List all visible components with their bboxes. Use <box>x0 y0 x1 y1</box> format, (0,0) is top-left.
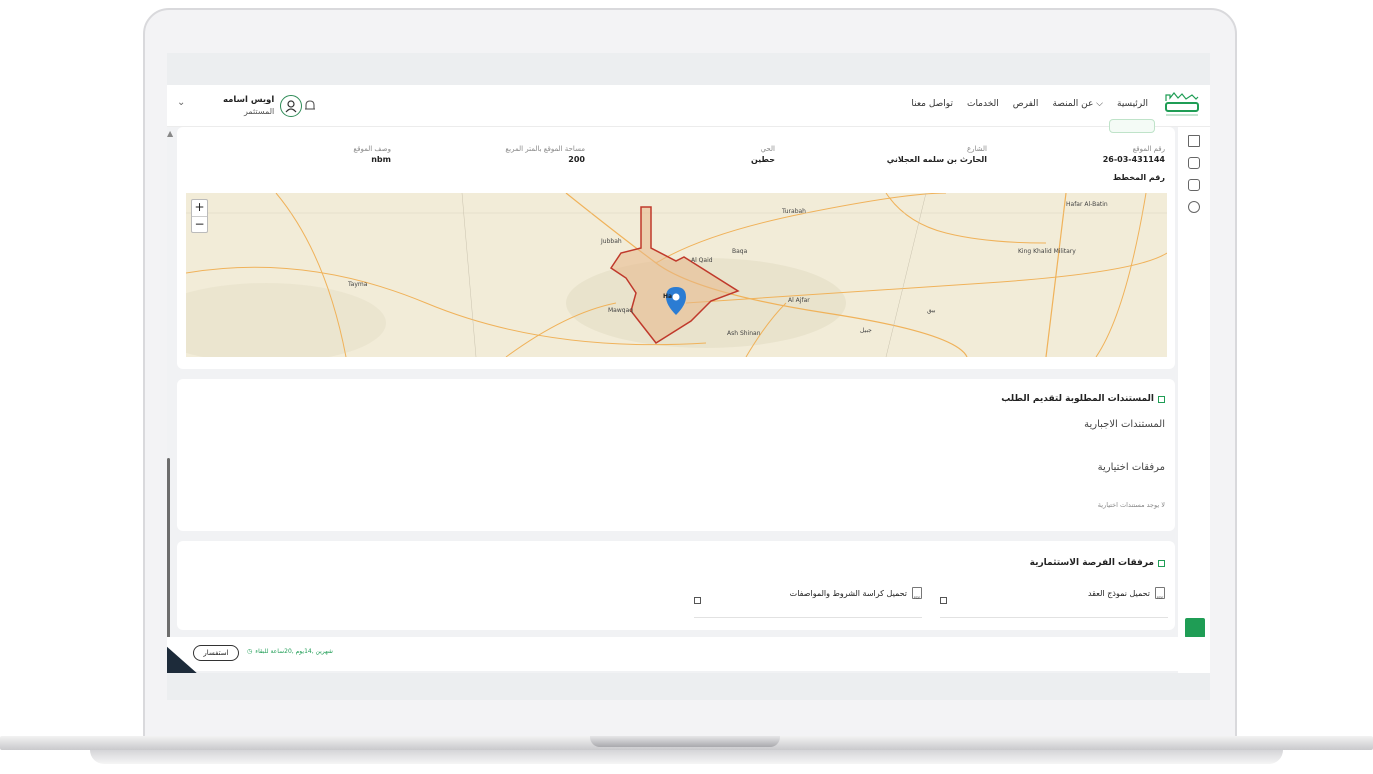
user-icon <box>285 100 297 113</box>
zoom-in-button[interactable]: + <box>192 200 207 216</box>
side-rail <box>1178 127 1210 700</box>
section-icon <box>1158 395 1165 403</box>
browser-strip <box>167 53 1210 85</box>
attachments-section-title: مرفقات الفرصة الاستثمارية <box>1030 558 1165 568</box>
user-menu[interactable]: اويس اسامه المستثمر <box>223 95 303 117</box>
top-navbar: الرئيسية عن المنصة ⌵ الفرص الخدمات تواصل… <box>167 85 1210 127</box>
bell-icon[interactable] <box>303 99 317 113</box>
zoom-out-button[interactable]: − <box>192 216 207 232</box>
scroll-up-icon[interactable]: ▲ <box>167 129 173 138</box>
feedback-button[interactable] <box>1185 618 1205 638</box>
user-name: اويس اسامه <box>223 95 275 105</box>
map-canvas <box>186 193 1167 357</box>
nav-services[interactable]: الخدمات <box>967 99 999 109</box>
furas-logo-icon[interactable] <box>1162 91 1202 119</box>
nav-opportunities[interactable]: الفرص <box>1013 99 1039 109</box>
home-icon[interactable] <box>1188 135 1200 147</box>
site-number: رقم الموقع 26-03-431144 <box>1102 145 1165 164</box>
bottom-strip <box>167 673 1210 700</box>
site-district: الحي حطين <box>750 145 775 164</box>
scrollbar-thumb[interactable] <box>167 458 170 638</box>
laptop-base <box>0 736 1373 774</box>
checkbox-icon <box>694 597 701 604</box>
chevron-down-icon[interactable]: ⌄ <box>177 97 185 108</box>
user-role: المستثمر <box>243 107 275 116</box>
optional-attachments-heading: مرفقات اختيارية <box>1097 462 1165 473</box>
site-info-row: رقم الموقع 26-03-431144 الشارع الحارث بن… <box>177 145 1175 185</box>
mandatory-documents-heading: المستندات الاجبارية <box>1084 419 1165 430</box>
site-map[interactable]: Hafar Al-Batin Turabah Jubbah Baqa King … <box>186 193 1167 357</box>
site-street: الشارع الحارث بن سلمه العجلاني <box>886 145 987 164</box>
site-area: مساحة الموقع بالمتر المربع 200 <box>505 145 585 164</box>
inquiry-button[interactable]: استفسار <box>193 645 239 661</box>
investment-attachments-card: مرفقات الفرصة الاستثمارية PDF تحميل نموذ… <box>177 541 1175 630</box>
plan-number-label: رقم المخطط <box>1112 173 1165 182</box>
nav-contact[interactable]: تواصل معنا <box>911 99 953 109</box>
document-icon[interactable] <box>1188 179 1200 191</box>
section-icon <box>1158 559 1165 567</box>
no-optional-documents: لا يوجد مستندات اختيارية <box>1097 501 1165 509</box>
laptop-notch <box>590 736 780 747</box>
avatar[interactable] <box>280 95 303 117</box>
clock-icon: ◷ <box>247 648 253 655</box>
pdf-file-icon: PDF <box>1155 587 1165 600</box>
map-zoom-control: + − <box>191 199 208 233</box>
app-screen: الرئيسية عن المنصة ⌵ الفرص الخدمات تواصل… <box>167 53 1210 700</box>
remaining-time-note: ◷ شهرين ,14يوم ,20ساعة للبقاء <box>247 648 333 655</box>
clipboard-icon[interactable] <box>1188 157 1200 169</box>
support-icon[interactable] <box>1188 201 1200 213</box>
page-footer: استفسار ◷ شهرين ,14يوم ,20ساعة للبقاء <box>167 637 1210 671</box>
download-terms-link[interactable]: PDF تحميل كراسة الشروط والمواصفات <box>790 587 922 600</box>
nav-links: الرئيسية عن المنصة ⌵ الفرص الخدمات تواصل… <box>911 99 1148 109</box>
checkbox-icon <box>940 597 947 604</box>
nav-about[interactable]: عن المنصة ⌵ <box>1052 99 1103 109</box>
download-contract-link[interactable]: PDF تحميل نموذج العقد <box>1088 587 1165 600</box>
status-button[interactable] <box>1109 119 1155 133</box>
pdf-file-icon: PDF <box>912 587 922 600</box>
documents-section-title: المستندات المطلوبة لتقديم الطلب <box>1001 394 1165 404</box>
nav-home[interactable]: الرئيسية <box>1117 99 1148 109</box>
site-description: وصف الموقع nbm <box>353 145 391 164</box>
site-info-card: رقم الموقع 26-03-431144 الشارع الحارث بن… <box>177 119 1175 369</box>
required-documents-card: المستندات المطلوبة لتقديم الطلب المستندا… <box>177 379 1175 531</box>
